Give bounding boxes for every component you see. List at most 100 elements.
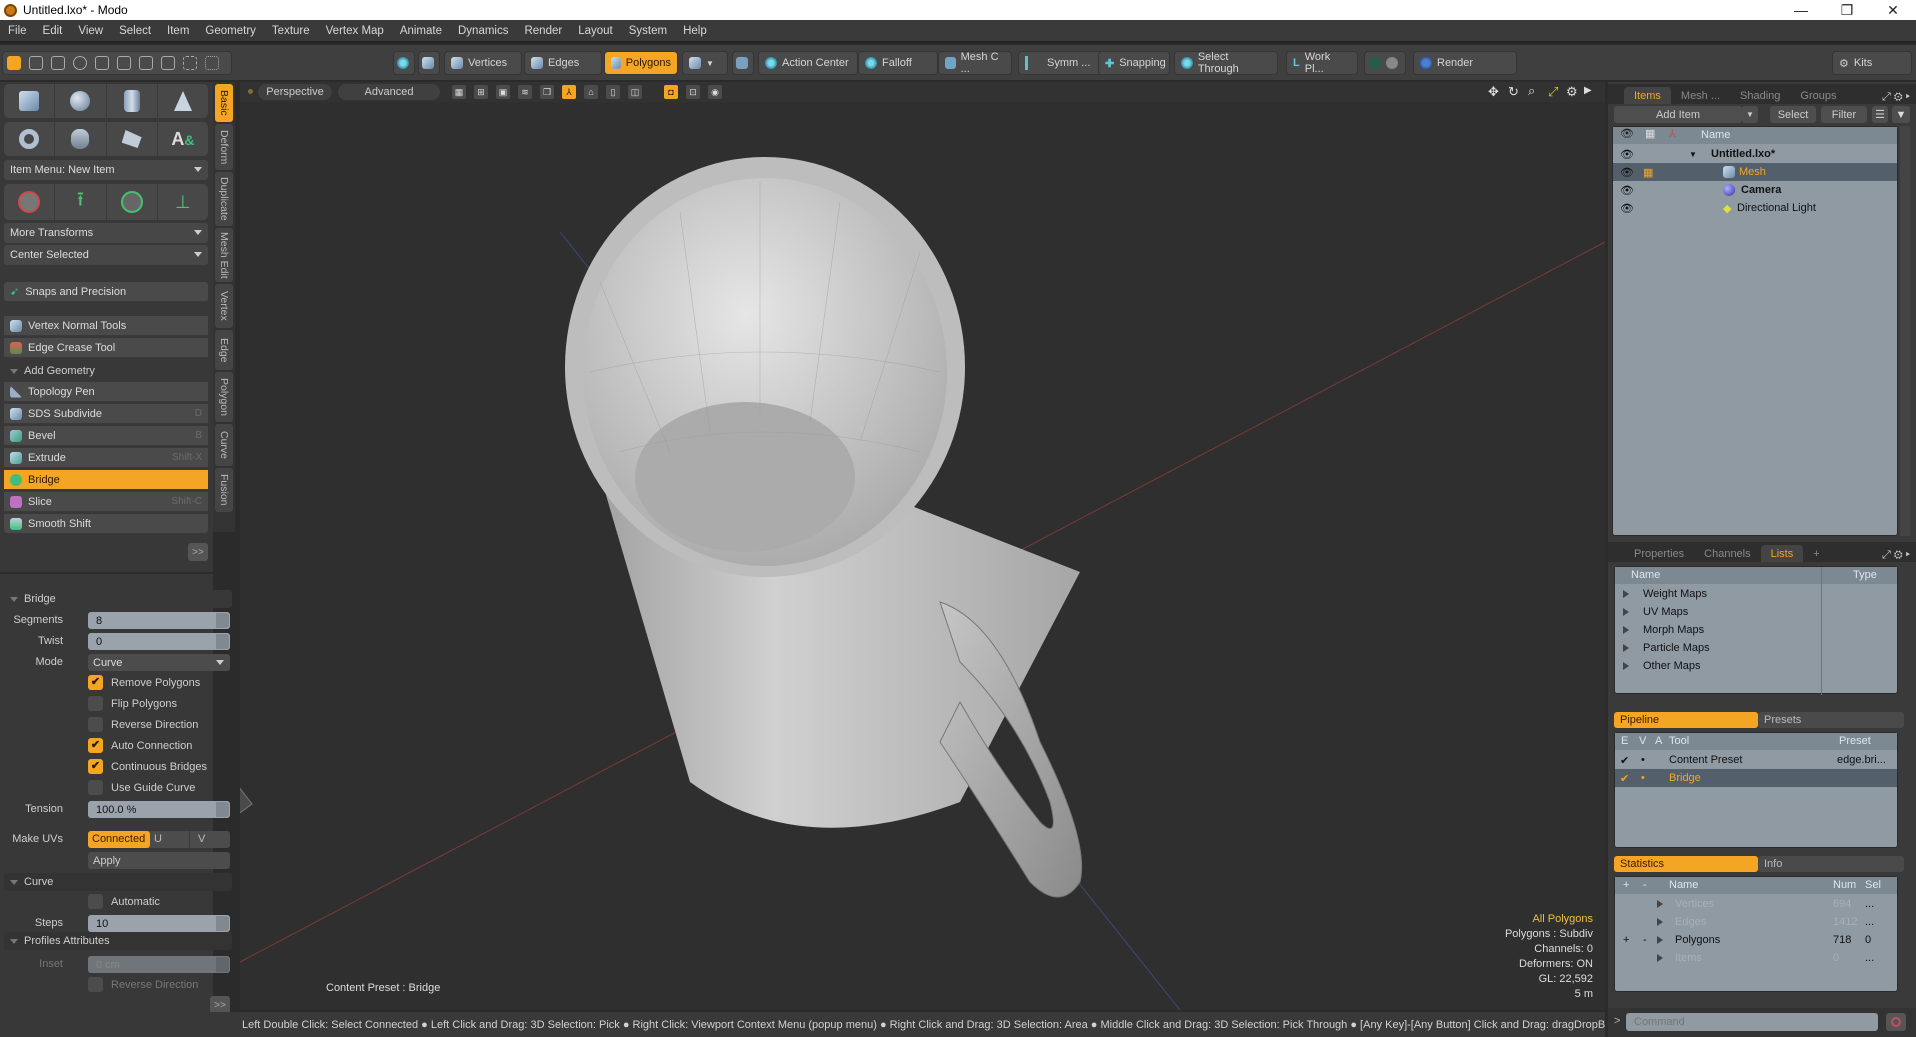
wireframe-icon[interactable]: ⊞	[474, 85, 488, 99]
zoom-icon[interactable]: ⌕	[1528, 83, 1535, 99]
menu-view[interactable]: View	[70, 25, 111, 37]
flip-polygons-checkbox[interactable]: Flip Polygons	[88, 696, 177, 711]
kits-button[interactable]: ⚙ Kits	[1832, 51, 1912, 75]
menu-layout[interactable]: Layout	[570, 25, 621, 37]
scale-button[interactable]: ⊥	[158, 184, 208, 220]
axis-icon[interactable]: ⅄	[562, 85, 576, 99]
overlay-icon[interactable]: ❐	[540, 85, 554, 99]
panel-options-icon[interactable]: ⤢ ⚙ ▸	[1882, 91, 1910, 104]
tab-properties[interactable]: Properties	[1624, 545, 1694, 562]
symmetry-button[interactable]: Symm ...	[1018, 51, 1102, 75]
visible-dot-icon[interactable]: •	[1641, 754, 1645, 766]
expand-arrow-icon[interactable]	[1623, 644, 1629, 652]
vertex-normal-tools-button[interactable]: Vertex Normal Tools	[4, 316, 208, 336]
work-plane-button[interactable]: L Work Pl...	[1286, 51, 1358, 75]
tab-mesh-edit[interactable]: Mesh Edit	[215, 228, 233, 282]
twist-field[interactable]: 0	[88, 633, 230, 650]
remove-polygons-checkbox[interactable]: ✔ Remove Polygons	[88, 675, 200, 690]
reverse-direction-checkbox[interactable]: Reverse Direction	[88, 717, 198, 732]
falloff-button[interactable]: Falloff	[858, 51, 938, 75]
tab-channels[interactable]: Channels	[1694, 545, 1760, 562]
sphere-primitive-button[interactable]	[55, 84, 107, 118]
menu-vertex-map[interactable]: Vertex Map	[318, 25, 392, 37]
select-button[interactable]: Select	[1770, 106, 1816, 123]
stats-row-polygons[interactable]: + - Polygons 718 0	[1615, 931, 1897, 949]
maximize-button[interactable]: ❐	[1824, 0, 1870, 20]
tab-basic[interactable]: Basic	[215, 84, 233, 122]
tab-lists[interactable]: Lists	[1760, 545, 1804, 562]
tool-sds-subdivide[interactable]: SDS Subdivide D	[4, 404, 208, 424]
tab-polygon[interactable]: Polygon	[215, 372, 233, 422]
filter-button[interactable]: Filter	[1821, 106, 1867, 123]
tab-pipeline[interactable]: Pipeline	[1614, 712, 1758, 728]
record-button[interactable]	[1886, 1013, 1906, 1031]
list-row-morph-maps[interactable]: Morph Maps	[1615, 621, 1897, 639]
orbit-icon[interactable]: ↻	[1508, 84, 1519, 100]
eye-icon[interactable]: 👁	[1620, 166, 1634, 179]
tab-mesh[interactable]: Mesh ...	[1671, 87, 1730, 104]
viewport-menu-icon[interactable]	[248, 89, 253, 94]
close-button[interactable]: ✕	[1870, 0, 1916, 20]
pipeline-row-content-preset[interactable]: ✔ • Content Preset edge.bri...	[1615, 751, 1897, 769]
uv-option-v[interactable]: V	[190, 831, 230, 848]
panel-options-icon[interactable]: ⤢ ⚙ ▸	[1882, 549, 1910, 562]
add-tab-button[interactable]: +	[1803, 545, 1829, 562]
pane-icon[interactable]: ▯	[606, 85, 620, 99]
lasso-icon[interactable]	[51, 56, 65, 70]
expand-arrow-icon[interactable]	[1657, 936, 1663, 944]
menu-render[interactable]: Render	[516, 25, 570, 37]
eye-icon[interactable]: 👁	[1620, 148, 1634, 161]
add-geometry-header[interactable]: Add Geometry	[4, 362, 208, 380]
continuous-bridges-checkbox[interactable]: ✔ Continuous Bridges	[88, 759, 207, 774]
expand-arrow-icon[interactable]	[1657, 918, 1663, 926]
hatch-icon[interactable]: ≋	[518, 85, 532, 99]
preview-icon[interactable]	[1386, 57, 1398, 69]
pen-primitive-button[interactable]	[107, 122, 158, 156]
rotate-button[interactable]	[107, 184, 158, 220]
tab-vertex[interactable]: Vertex	[215, 284, 233, 328]
expand-arrow-icon[interactable]	[1623, 626, 1629, 634]
spinner-handle[interactable]	[216, 802, 229, 817]
menu-select[interactable]: Select	[111, 25, 159, 37]
snaps-precision-button[interactable]: ➹ Snaps and Precision	[4, 282, 208, 302]
visible-dot-icon[interactable]: •	[1641, 772, 1645, 784]
eye-icon[interactable]: 👁	[1620, 184, 1634, 197]
list-icon[interactable]	[139, 56, 153, 70]
item-menu-dropdown[interactable]: Item Menu: New Item	[4, 160, 208, 180]
expand-arrow-icon[interactable]	[1657, 900, 1663, 908]
enabled-check-icon[interactable]: ✔	[1620, 772, 1629, 785]
spinner-handle[interactable]	[216, 634, 229, 649]
symmetry-toggle-button[interactable]	[732, 51, 754, 75]
segments-field[interactable]: 8	[88, 612, 230, 629]
minimize-button[interactable]: —	[1778, 0, 1824, 20]
tab-statistics[interactable]: Statistics	[1614, 856, 1758, 872]
collapse-button[interactable]: ☰	[1872, 106, 1888, 123]
checkbox-box[interactable]: ✔	[88, 675, 103, 690]
3d-viewport[interactable]: Content Preset : Bridge All Polygons Pol…	[240, 102, 1605, 1010]
transform-icon[interactable]	[29, 56, 43, 70]
expand-arrow-icon[interactable]	[1657, 954, 1663, 962]
expand-arrow-icon[interactable]	[1623, 662, 1629, 670]
eye-region-icon[interactable]: ◉	[708, 85, 722, 99]
items-scrollbar[interactable]	[1900, 126, 1910, 536]
solid-icon[interactable]: ▣	[496, 85, 510, 99]
profiles-attributes-header[interactable]: Profiles Attributes	[4, 932, 232, 950]
rotate-icon[interactable]	[73, 56, 87, 70]
add-item-button[interactable]: Add Item	[1614, 106, 1742, 123]
use-guide-curve-checkbox[interactable]: Use Guide Curve	[88, 780, 195, 795]
checkbox-box[interactable]	[88, 717, 103, 732]
move-button[interactable]: ⭱	[55, 184, 107, 220]
automatic-checkbox[interactable]: Automatic	[88, 894, 160, 909]
pan-icon[interactable]: ✥	[1488, 84, 1499, 100]
tab-curve[interactable]: Curve	[215, 424, 233, 466]
list-row-particle-maps[interactable]: Particle Maps	[1615, 639, 1897, 657]
cube-primitive-button[interactable]	[4, 84, 56, 118]
tab-shading[interactable]: Shading	[1730, 87, 1790, 104]
edges-mode-button[interactable]: Edges	[524, 51, 602, 75]
rig-button[interactable]	[393, 51, 415, 75]
item-row-mesh[interactable]: 👁 ▦ Mesh	[1613, 163, 1897, 181]
transform-button[interactable]	[4, 184, 56, 220]
action-center-button[interactable]: Action Center	[758, 51, 858, 75]
stamp-icon[interactable]	[117, 56, 131, 70]
auto-connection-checkbox[interactable]: ✔ Auto Connection	[88, 738, 192, 753]
